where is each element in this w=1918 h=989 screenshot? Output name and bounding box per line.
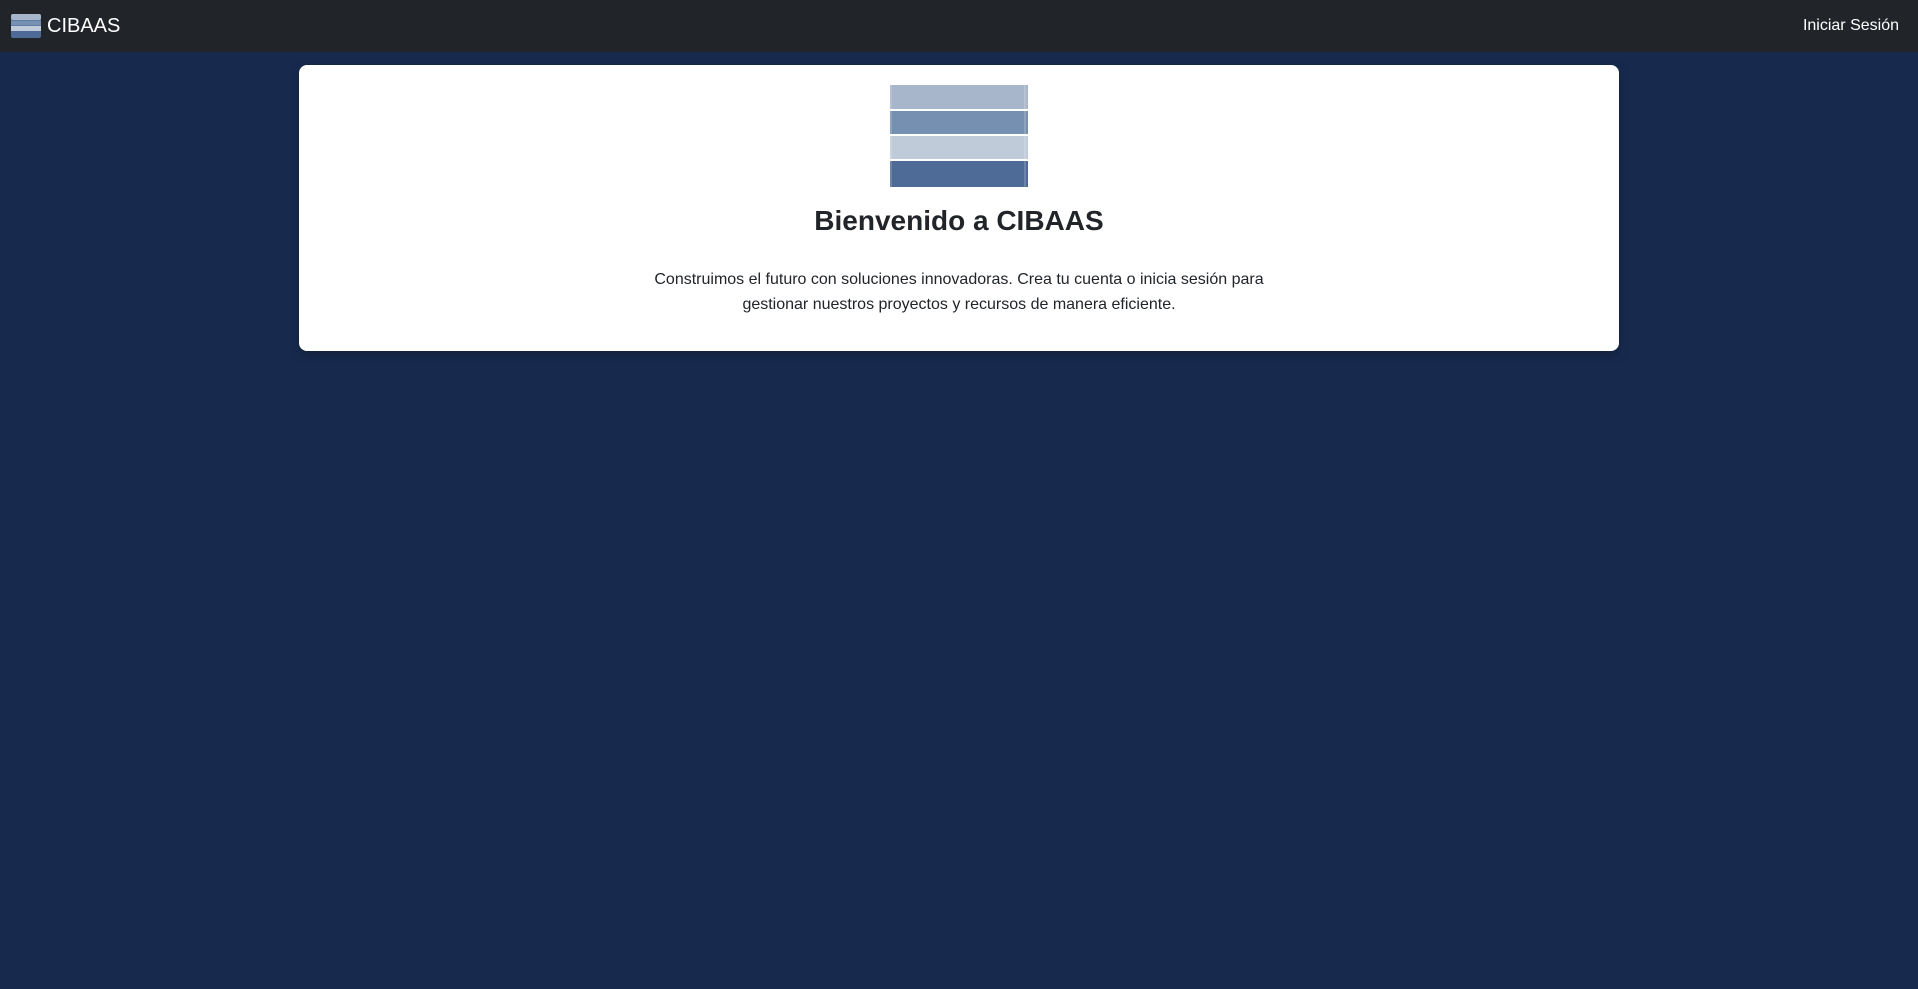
hero-description: Construimos el futuro con soluciones inn… <box>654 271 1264 313</box>
brand-name: CIBAAS <box>47 14 121 37</box>
brand-link[interactable]: CIBAAS <box>11 14 120 38</box>
welcome-card: Bienvenido a CIBAAS Construimos el futur… <box>299 65 1619 351</box>
hero-logo-icon <box>890 85 1028 187</box>
brand-logo-icon <box>11 14 41 38</box>
login-link[interactable]: Iniciar Sesión <box>1803 17 1899 35</box>
page-title: Bienvenido a CIBAAS <box>814 205 1104 236</box>
top-navbar: CIBAAS Iniciar Sesión <box>0 0 1918 52</box>
